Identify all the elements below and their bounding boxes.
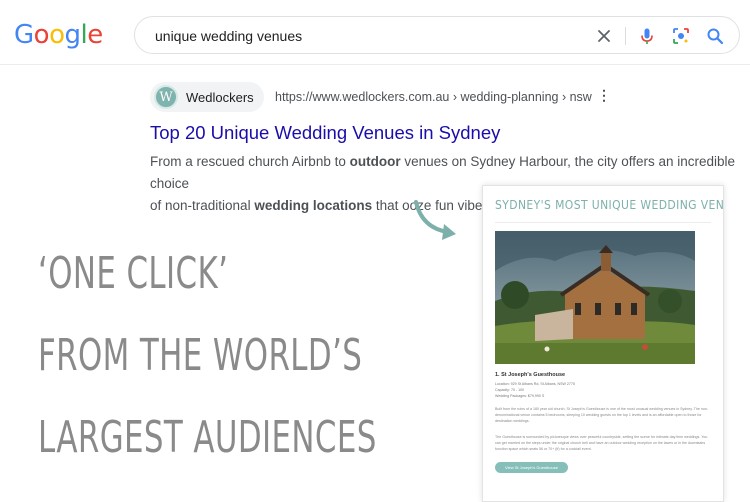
logo-letter: o [33, 20, 50, 50]
slogan-line: FROM THE WORLD’S [38, 330, 363, 381]
microphone-icon[interactable] [637, 26, 657, 46]
result-title-link[interactable]: Top 20 Unique Wedding Venues in Sydney [150, 122, 500, 144]
view-venue-button[interactable]: View St Joseph's Guesthouse [495, 462, 568, 473]
logo-letter: G [14, 20, 34, 50]
curved-arrow-icon [414, 200, 456, 240]
site-url[interactable]: https://www.wedlockers.com.au › wedding-… [275, 90, 592, 104]
site-pill[interactable]: W Wedlockers [150, 82, 264, 112]
snippet-highlight: outdoor [349, 154, 401, 169]
preview-divider [495, 222, 711, 223]
slogan-line: LARGEST AUDIENCES [38, 412, 377, 463]
slogan-line: ‘ONE CLICK’ [38, 248, 229, 299]
google-logo[interactable]: Google [14, 20, 103, 50]
search-box [134, 16, 740, 54]
search-header: Google [0, 0, 750, 65]
lens-icon[interactable] [671, 26, 691, 46]
venue-heading: 1. St Joseph's Guesthouse [495, 372, 566, 378]
search-divider [625, 27, 626, 45]
search-input[interactable] [153, 25, 577, 47]
venue-description: Built from the ruins of a 180 year old c… [495, 407, 709, 423]
snippet-highlight: wedding locations [254, 198, 373, 213]
logo-letter: o [49, 20, 65, 50]
website-preview-card: SYDNEY'S MOST UNIQUE WEDDING VENUES 1. S… [482, 185, 724, 502]
more-options-icon[interactable]: ⋮ [597, 87, 611, 104]
preview-title: SYDNEY'S MOST UNIQUE WEDDING VENUES [495, 198, 724, 212]
result-source: W Wedlockers https://www.wedlockers.com.… [150, 82, 740, 112]
logo-letter: e [87, 20, 103, 50]
snippet-text: of non-traditional [150, 198, 255, 213]
search-icon[interactable] [705, 26, 725, 46]
logo-letter: g [64, 20, 82, 50]
snippet-text: From a rescued church Airbnb to [150, 154, 350, 169]
detail-item: Wedding Packages: $79,990 S [495, 394, 545, 398]
venue-description: The Guesthouse is surrounded by pictures… [495, 435, 708, 451]
site-name: Wedlockers [186, 89, 254, 105]
venue-photo [495, 231, 695, 364]
close-icon[interactable] [594, 26, 614, 46]
venue-details: Location: 929 St Albans Rd, St Albans, N… [495, 381, 575, 399]
logo-letter: l [80, 20, 88, 50]
site-favicon-icon: W [154, 85, 178, 109]
search-result: W Wedlockers https://www.wedlockers.com.… [150, 82, 740, 213]
